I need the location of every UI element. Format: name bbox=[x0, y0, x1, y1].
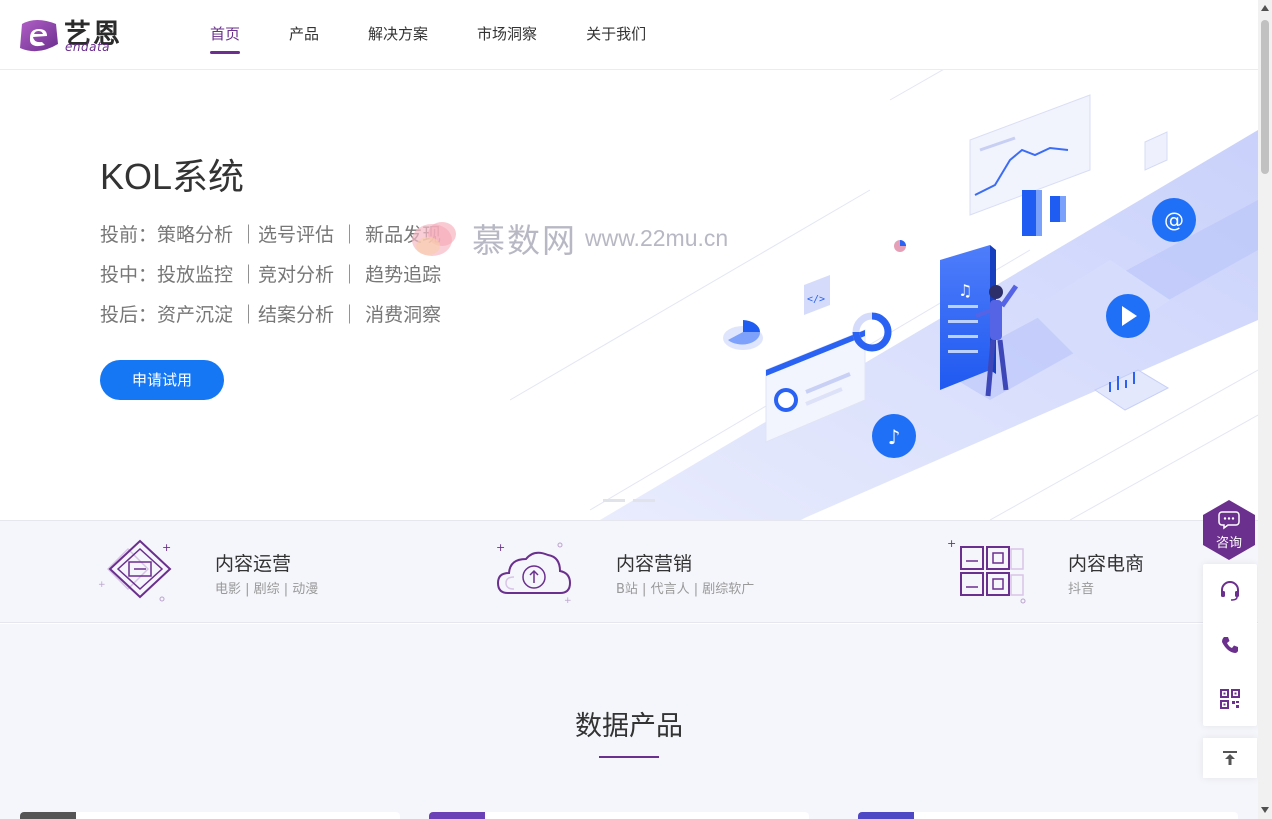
page-scrollbar[interactable] bbox=[1258, 0, 1272, 819]
slider-indicators bbox=[603, 499, 655, 502]
category-subtitle: 电影 | 剧综 | 动漫 bbox=[215, 582, 319, 597]
category-content-operation[interactable]: + + 内容运营 电影 | 剧综 | 动漫 bbox=[94, 521, 394, 624]
category-title: 内容电商 bbox=[1068, 553, 1145, 575]
phone-icon bbox=[1222, 637, 1238, 653]
product-card[interactable] bbox=[429, 812, 809, 819]
watermark-cn-text: 慕数网 bbox=[472, 221, 577, 260]
scroll-down-arrow-icon[interactable] bbox=[1261, 805, 1269, 815]
grid-squares-icon: + bbox=[947, 537, 1026, 604]
phone-button[interactable] bbox=[1203, 618, 1257, 672]
headset-icon bbox=[1221, 581, 1239, 601]
hero-line-post: 投后：资产沉淀 ｜结案分析 ｜ 消费洞察 bbox=[100, 304, 442, 326]
logo-mark-icon bbox=[20, 20, 58, 52]
svg-text:+: + bbox=[98, 580, 106, 590]
qrcode-icon bbox=[1220, 689, 1240, 709]
category-subtitle: 抖音 bbox=[1068, 582, 1095, 597]
category-content-ecommerce[interactable]: + 内容电商 抖音 bbox=[945, 521, 1195, 624]
section-title: 数据产品 bbox=[575, 711, 683, 742]
svg-text:+: + bbox=[496, 541, 505, 554]
top-header: 艺恩 endata 首页 产品 解决方案 市场洞察 关于我们 bbox=[0, 0, 1258, 70]
consult-button[interactable]: 咨询 bbox=[1203, 500, 1255, 560]
slider-dot[interactable] bbox=[603, 499, 625, 502]
nav-item-about[interactable]: 关于我们 bbox=[586, 0, 646, 70]
svg-text:♫: ♫ bbox=[958, 281, 972, 300]
back-to-top-button[interactable] bbox=[1203, 738, 1257, 778]
category-subtitle: B站 | 代言人 | 剧综软广 bbox=[616, 582, 755, 597]
svg-text:@: @ bbox=[1164, 208, 1184, 232]
category-content-marketing[interactable]: + + 内容营销 B站 | 代言人 | 剧综软广 bbox=[494, 521, 814, 624]
hero-line-mid: 投中：投放监控 ｜竞对分析 ｜ 趋势追踪 bbox=[100, 264, 442, 286]
data-products-section: 数据产品 bbox=[0, 624, 1258, 819]
hero-title: KOL系统 bbox=[100, 156, 245, 197]
hero-illustration: @ ♫ </> ♪ bbox=[509, 70, 1258, 520]
hero-line-pre: 投前：策略分析 ｜选号评估 ｜ 新品发现 bbox=[100, 224, 442, 246]
svg-text:</>: </> bbox=[807, 294, 825, 305]
customer-service-button[interactable] bbox=[1203, 564, 1257, 618]
main-nav: 首页 产品 解决方案 市场洞察 关于我们 bbox=[210, 0, 695, 70]
cloud-upload-icon: + + bbox=[496, 541, 572, 606]
watermark: 慕数网 www.22mu.cn bbox=[408, 213, 728, 263]
apply-trial-button[interactable]: 申请试用 bbox=[100, 360, 224, 400]
card-accent bbox=[429, 812, 485, 819]
watermark-url-text: www.22mu.cn bbox=[585, 224, 729, 251]
card-accent bbox=[858, 812, 914, 819]
screen-diamond-icon: + + bbox=[98, 539, 172, 602]
endata-logo[interactable]: 艺恩 endata bbox=[16, 14, 136, 58]
consult-hexagon-icon bbox=[1203, 500, 1255, 560]
hero-banner: @ ♫ </> ♪ KOL系统 投前：策略分析 ｜选号评估 ｜ 新品发现 投中：… bbox=[0, 70, 1258, 520]
svg-text:+: + bbox=[162, 541, 171, 554]
nav-item-insights[interactable]: 市场洞察 bbox=[477, 0, 537, 70]
scroll-up-arrow-icon[interactable] bbox=[1261, 3, 1269, 13]
nav-item-home[interactable]: 首页 bbox=[210, 0, 241, 70]
nav-item-solutions[interactable]: 解决方案 bbox=[368, 0, 428, 70]
nav-item-products[interactable]: 产品 bbox=[289, 0, 319, 70]
slider-dot[interactable] bbox=[633, 499, 655, 502]
float-contact-panel bbox=[1203, 564, 1257, 726]
consult-label: 咨询 bbox=[1215, 536, 1242, 551]
category-title: 内容运营 bbox=[215, 553, 292, 575]
svg-text:♪: ♪ bbox=[888, 425, 901, 449]
category-title: 内容营销 bbox=[616, 553, 693, 575]
card-accent bbox=[20, 812, 76, 819]
watermark-logo-icon bbox=[412, 222, 456, 256]
qrcode-button[interactable] bbox=[1203, 672, 1257, 726]
logo-en-text: endata bbox=[65, 40, 111, 54]
section-title-underline bbox=[599, 756, 659, 758]
back-to-top-icon bbox=[1223, 751, 1237, 765]
hero-feature-list: 投前：策略分析 ｜选号评估 ｜ 新品发现 投中：投放监控 ｜竞对分析 ｜ 趋势追… bbox=[100, 220, 441, 340]
svg-text:+: + bbox=[564, 596, 572, 606]
product-card[interactable] bbox=[20, 812, 400, 819]
svg-text:+: + bbox=[947, 537, 956, 550]
scroll-thumb[interactable] bbox=[1261, 20, 1269, 174]
product-card[interactable] bbox=[858, 812, 1238, 819]
category-strip: + + 内容运营 电影 | 剧综 | 动漫 + + 内容营销 B站 | 代言人 … bbox=[0, 520, 1258, 623]
